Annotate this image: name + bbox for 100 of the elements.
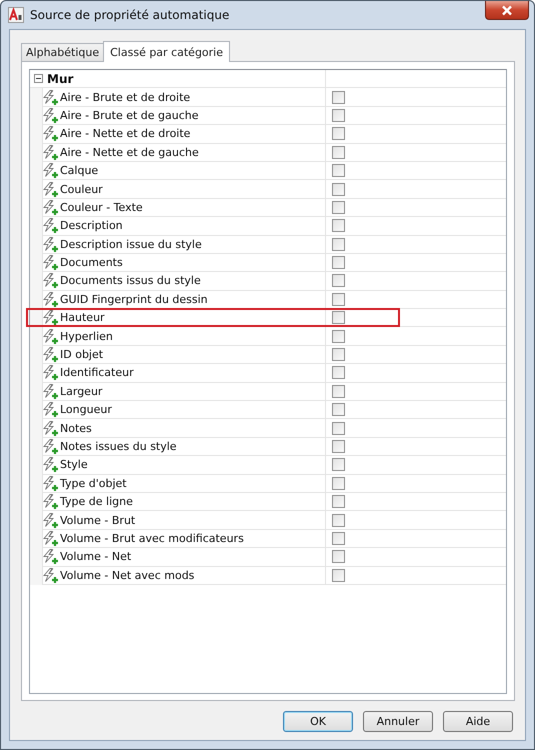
property-row[interactable]: Aire - Brute et de droite bbox=[30, 88, 506, 107]
checkbox[interactable] bbox=[332, 182, 345, 196]
checkbox[interactable] bbox=[332, 127, 345, 140]
property-row[interactable]: Largeur bbox=[30, 382, 506, 402]
lightning-plus-icon bbox=[43, 328, 59, 344]
checkbox[interactable] bbox=[332, 200, 345, 214]
checkbox[interactable] bbox=[332, 514, 345, 527]
lightning-plus-icon bbox=[43, 218, 59, 234]
property-row[interactable]: Volume - Brut bbox=[30, 511, 506, 530]
property-name: Volume - Brut avec modificateurs bbox=[60, 532, 244, 545]
property-row[interactable]: Identificateur bbox=[30, 364, 506, 383]
app-icon bbox=[8, 7, 24, 23]
lightning-plus-icon bbox=[43, 512, 59, 528]
lightning-plus-icon bbox=[43, 347, 59, 362]
property-row[interactable]: Volume - Net bbox=[30, 548, 506, 567]
checkbox[interactable] bbox=[332, 366, 345, 380]
property-row[interactable]: Calque bbox=[30, 162, 506, 180]
property-row[interactable]: Notes bbox=[30, 419, 506, 438]
category-name: Mur bbox=[47, 72, 74, 86]
lightning-plus-icon bbox=[43, 90, 59, 105]
checkbox[interactable] bbox=[332, 422, 345, 435]
lightning-plus-icon bbox=[43, 163, 59, 178]
checkbox[interactable] bbox=[332, 256, 345, 270]
lightning-plus-icon bbox=[43, 568, 59, 583]
checkbox[interactable] bbox=[332, 458, 345, 472]
property-row[interactable]: Aire - Brute et de gauche bbox=[30, 106, 506, 126]
lightning-plus-icon bbox=[43, 200, 59, 215]
property-row[interactable]: Couleur bbox=[30, 180, 506, 199]
property-name: GUID Fingerprint du dessin bbox=[60, 292, 208, 306]
property-row[interactable]: Longueur bbox=[30, 401, 506, 420]
property-row[interactable]: Type de ligne bbox=[30, 492, 506, 512]
tab[interactable]: Classé par catégorie bbox=[103, 41, 230, 62]
property-name: Largeur bbox=[60, 384, 102, 398]
checkbox[interactable] bbox=[332, 568, 345, 582]
property-name: Volume - Net avec mods bbox=[60, 568, 194, 582]
close-icon[interactable] bbox=[501, 4, 513, 16]
lightning-plus-icon bbox=[43, 402, 59, 418]
property-row[interactable]: Volume - Net avec mods bbox=[30, 566, 506, 585]
lightning-plus-icon bbox=[43, 476, 59, 491]
lightning-plus-icon bbox=[43, 310, 59, 326]
checkbox[interactable] bbox=[332, 348, 345, 362]
property-name: Longueur bbox=[60, 403, 112, 416]
property-name: Style bbox=[60, 458, 88, 472]
property-row[interactable]: Type d'objet bbox=[30, 474, 506, 493]
property-row[interactable]: Volume - Brut avec modificateurs bbox=[30, 530, 506, 548]
property-row[interactable]: ID objet bbox=[30, 346, 506, 364]
property-row[interactable]: Style bbox=[30, 456, 506, 475]
property-row[interactable]: Aire - Nette et de droite bbox=[30, 125, 506, 144]
checkbox[interactable] bbox=[332, 108, 345, 122]
property-name: Documents bbox=[60, 256, 123, 270]
property-row[interactable]: GUID Fingerprint du dessin bbox=[30, 290, 506, 310]
checkbox[interactable] bbox=[332, 330, 345, 343]
checkbox[interactable] bbox=[332, 146, 345, 159]
property-row[interactable]: Aire - Nette et de gauche bbox=[30, 144, 506, 162]
checkbox[interactable] bbox=[332, 384, 345, 398]
property-name: Hauteur bbox=[60, 311, 105, 324]
property-name: Notes issues du style bbox=[60, 440, 177, 453]
checkbox[interactable] bbox=[332, 550, 345, 564]
property-name: Identificateur bbox=[60, 366, 134, 380]
lightning-plus-icon bbox=[43, 530, 59, 546]
property-name: Couleur - Texte bbox=[60, 200, 143, 214]
checkbox[interactable] bbox=[332, 403, 345, 416]
lightning-plus-icon bbox=[43, 273, 59, 288]
collapse-icon[interactable] bbox=[34, 74, 43, 84]
tab[interactable]: Alphabétique bbox=[21, 43, 104, 61]
checkbox[interactable] bbox=[332, 440, 345, 453]
property-row[interactable]: Couleur - Texte bbox=[30, 198, 506, 218]
checkbox[interactable] bbox=[332, 238, 345, 251]
checkbox[interactable] bbox=[332, 495, 345, 508]
property-row[interactable]: Hyperlien bbox=[30, 327, 506, 346]
dialog-button[interactable]: Aide bbox=[443, 711, 513, 732]
lightning-plus-icon bbox=[43, 365, 59, 380]
property-name: Aire - Brute et de gauche bbox=[60, 108, 199, 122]
property-row[interactable]: Description bbox=[30, 217, 506, 236]
close-button[interactable] bbox=[485, 1, 529, 20]
lightning-plus-icon bbox=[43, 126, 59, 142]
property-name: Aire - Nette et de gauche bbox=[60, 146, 199, 159]
checkbox[interactable] bbox=[332, 476, 345, 490]
property-row[interactable]: Notes issues du style bbox=[30, 438, 506, 456]
window-title: Source de propriété automatique bbox=[30, 8, 230, 22]
dialog-button[interactable]: Annuler bbox=[363, 711, 433, 732]
checkbox[interactable] bbox=[332, 219, 345, 232]
lightning-plus-icon bbox=[43, 549, 59, 564]
property-row[interactable]: Documents issus du style bbox=[30, 272, 506, 291]
checkbox[interactable] bbox=[332, 311, 345, 324]
lightning-plus-icon bbox=[43, 457, 59, 472]
checkbox[interactable] bbox=[332, 292, 345, 306]
checkbox[interactable] bbox=[332, 274, 345, 288]
property-row[interactable]: Documents bbox=[30, 254, 506, 272]
checkbox[interactable] bbox=[332, 532, 345, 545]
lightning-plus-icon bbox=[43, 144, 59, 160]
property-name: Type de ligne bbox=[60, 495, 133, 508]
dialog-button[interactable]: OK bbox=[283, 711, 353, 732]
lightning-plus-icon bbox=[43, 255, 59, 270]
property-row[interactable]: Description issue du style bbox=[30, 236, 506, 254]
checkbox[interactable] bbox=[332, 164, 345, 178]
property-name: Volume - Net bbox=[60, 550, 132, 564]
checkbox[interactable] bbox=[332, 90, 345, 104]
property-name: Volume - Brut bbox=[60, 514, 136, 527]
lightning-plus-icon bbox=[43, 292, 59, 307]
